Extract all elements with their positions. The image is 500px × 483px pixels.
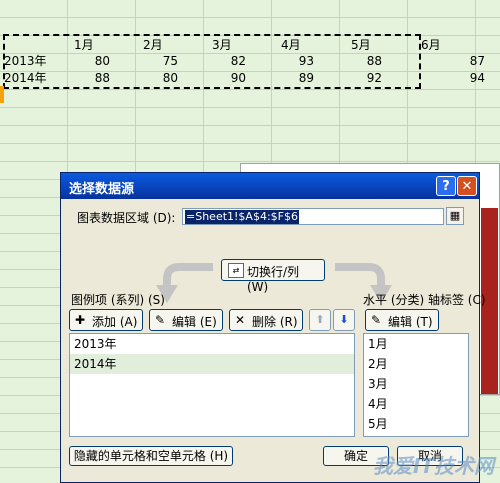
series-item-2014[interactable]: 2014年 bbox=[70, 354, 354, 374]
dialog-titlebar[interactable]: 选择数据源 ? ✕ bbox=[61, 173, 479, 199]
delete-series-button[interactable]: ✕ 删除 (R) bbox=[229, 309, 303, 331]
add-series-button[interactable]: ✚ 添加 (A) bbox=[69, 309, 143, 331]
range-collapse-icon: ▦ bbox=[449, 209, 461, 222]
delete-series-label: 删除 (R) bbox=[252, 315, 298, 329]
legend-entries-label: 图例项 (系列) (S) bbox=[71, 293, 165, 307]
category-item-2[interactable]: 2月 bbox=[364, 354, 468, 374]
range-value: =Sheet1!$A$4:$F$6 bbox=[185, 210, 299, 224]
category-list: 1月 2月 3月 4月 5月 bbox=[363, 333, 469, 437]
dialog-title: 选择数据源 bbox=[69, 182, 135, 197]
help-button[interactable]: ? bbox=[436, 176, 456, 196]
active-row-marker bbox=[0, 86, 4, 103]
add-icon: ✚ bbox=[75, 313, 86, 327]
delete-icon: ✕ bbox=[235, 313, 246, 327]
switch-row-column-icon: ⇄ bbox=[228, 263, 244, 278]
arrow-up-icon: ⬆ bbox=[315, 313, 325, 326]
selection-marquee bbox=[3, 34, 421, 89]
chart-data-range-input[interactable]: =Sheet1!$A$4:$F$6 bbox=[182, 208, 444, 225]
add-series-label: 添加 (A) bbox=[92, 315, 138, 329]
edit-icon: ✎ bbox=[155, 313, 166, 327]
edit-series-button[interactable]: ✎ 编辑 (E) bbox=[149, 309, 223, 331]
close-button[interactable]: ✕ bbox=[457, 176, 477, 196]
category-item-1[interactable]: 1月 bbox=[364, 334, 468, 354]
edit-axis-icon: ✎ bbox=[371, 313, 382, 327]
header-month-6: 6月 bbox=[421, 38, 441, 52]
category-item-4[interactable]: 4月 bbox=[364, 394, 468, 414]
range-collapse-button[interactable]: ▦ bbox=[446, 207, 464, 225]
legend-toolbar: ✚ 添加 (A) ✎ 编辑 (E) ✕ 删除 (R) ⬆ ⬇ bbox=[69, 309, 355, 333]
cell-2014-m6: 94 bbox=[469, 71, 485, 85]
move-up-button[interactable]: ⬆ bbox=[309, 309, 331, 331]
category-item-3[interactable]: 3月 bbox=[364, 374, 468, 394]
site-watermark: 我爱IT技术网 bbox=[372, 454, 494, 478]
edit-series-label: 编辑 (E) bbox=[172, 315, 217, 329]
cell-2013-m6: 87 bbox=[469, 54, 485, 68]
move-down-button[interactable]: ⬇ bbox=[333, 309, 355, 331]
series-item-2013[interactable]: 2013年 bbox=[70, 334, 354, 354]
edit-axis-labels-button[interactable]: ✎ 编辑 (T) bbox=[365, 309, 439, 331]
series-list: 2013年 2014年 bbox=[69, 333, 355, 437]
hidden-empty-cells-button[interactable]: 隐藏的单元格和空单元格 (H) bbox=[69, 446, 233, 466]
switch-row-column-button[interactable]: ⇄ 切换行/列 (W) bbox=[221, 259, 325, 294]
edit-axis-label: 编辑 (T) bbox=[388, 315, 433, 329]
switch-row-column-label: 切换行/列 (W) bbox=[247, 265, 300, 294]
arrow-down-icon: ⬇ bbox=[339, 313, 349, 326]
category-item-5[interactable]: 5月 bbox=[364, 414, 468, 434]
range-label: 图表数据区域 (D): bbox=[77, 211, 176, 225]
axis-labels-label: 水平 (分类) 轴标签 (C) bbox=[363, 293, 486, 307]
select-data-source-dialog: 选择数据源 ? ✕ 图表数据区域 (D): =Sheet1!$A$4:$F$6 … bbox=[60, 172, 486, 483]
